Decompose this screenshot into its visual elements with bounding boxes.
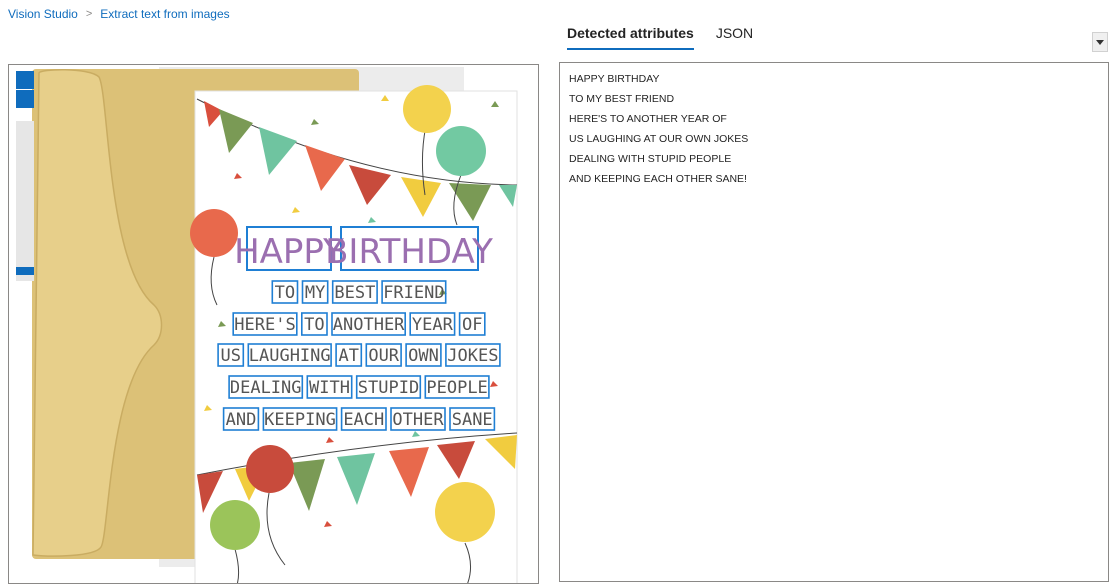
- breadcrumb: Vision Studio > Extract text from images: [8, 7, 230, 21]
- card-word: EACH: [343, 410, 384, 430]
- red-balloon: [190, 209, 238, 257]
- card-word: AND: [226, 410, 257, 430]
- result-tabs: Detected attributes JSON: [567, 25, 775, 50]
- card-word: WITH: [309, 378, 350, 398]
- card-word: STUPID: [358, 378, 419, 398]
- collapse-button[interactable]: [1092, 32, 1108, 52]
- zoom-slider[interactable]: [16, 121, 34, 281]
- yellow-balloon: [435, 482, 495, 542]
- card-word: FRIEND: [383, 283, 444, 303]
- card-word: TO: [275, 283, 295, 303]
- card-word: OTHER: [392, 410, 444, 430]
- tab-detected-attributes[interactable]: Detected attributes: [567, 25, 694, 50]
- zoom-slider-thumb[interactable]: [16, 267, 34, 275]
- card-word: AT: [338, 346, 358, 366]
- card-word: LAUGHING: [249, 346, 331, 366]
- card-word: BIRTHDAY: [325, 232, 493, 272]
- card-word: HERE'S: [234, 315, 295, 335]
- breadcrumb-root-link[interactable]: Vision Studio: [8, 7, 78, 21]
- card-word: PEOPLE: [426, 378, 487, 398]
- card-word: US: [220, 346, 240, 366]
- card-word: DEALING: [230, 378, 302, 398]
- result-line: HERE'S TO ANOTHER YEAR OF: [569, 112, 727, 125]
- green-balloon: [210, 500, 260, 550]
- detected-text-panel: HAPPY BIRTHDAY TO MY BEST FRIEND HERE'S …: [559, 62, 1109, 582]
- zoom-out-button[interactable]: [16, 90, 34, 108]
- image-toolbar: [16, 71, 34, 109]
- card-word: JOKES: [447, 346, 498, 366]
- card-word: MY: [305, 283, 325, 303]
- card-word: BEST: [334, 283, 375, 303]
- result-line: AND KEEPING EACH OTHER SANE!: [569, 172, 747, 185]
- card-word: KEEPING: [264, 410, 336, 430]
- breadcrumb-separator: >: [85, 8, 93, 20]
- card-word: OF: [462, 315, 482, 335]
- red-balloon: [246, 445, 294, 493]
- detected-text-lines: HAPPY BIRTHDAY TO MY BEST FRIEND HERE'S …: [560, 63, 1108, 189]
- card-word: OUR: [368, 346, 399, 366]
- card-word: OWN: [408, 346, 439, 366]
- result-line: US LAUGHING AT OUR OWN JOKES: [569, 132, 749, 145]
- result-line: HAPPY BIRTHDAY: [569, 73, 660, 85]
- breadcrumb-current-link[interactable]: Extract text from images: [100, 7, 229, 21]
- card-word: YEAR: [412, 315, 454, 335]
- tab-detected-attributes-label: Detected attributes: [567, 25, 694, 41]
- card-word: SANE: [452, 410, 493, 430]
- yellow-balloon: [403, 85, 451, 133]
- result-line: DEALING WITH STUPID PEOPLE: [569, 152, 732, 165]
- zoom-in-button[interactable]: [16, 71, 34, 89]
- detected-text-overlay: HAPPY BIRTHDAY: [234, 226, 493, 272]
- result-line: TO MY BEST FRIEND: [569, 92, 675, 105]
- chevron-down-icon: [1096, 39, 1104, 45]
- tab-json-label: JSON: [715, 25, 754, 41]
- card-word: ANOTHER: [333, 315, 405, 335]
- greeting-card-image: HAPPY BIRTHDAY TO MY BEST FRIEND HERE'S TO ANO…: [32, 67, 518, 583]
- green-balloon: [436, 126, 486, 176]
- image-preview-panel: HAPPY BIRTHDAY TO MY BEST FRIEND HERE'S TO ANO…: [8, 64, 539, 584]
- card-word: TO: [304, 315, 324, 335]
- tab-json[interactable]: JSON: [716, 25, 753, 50]
